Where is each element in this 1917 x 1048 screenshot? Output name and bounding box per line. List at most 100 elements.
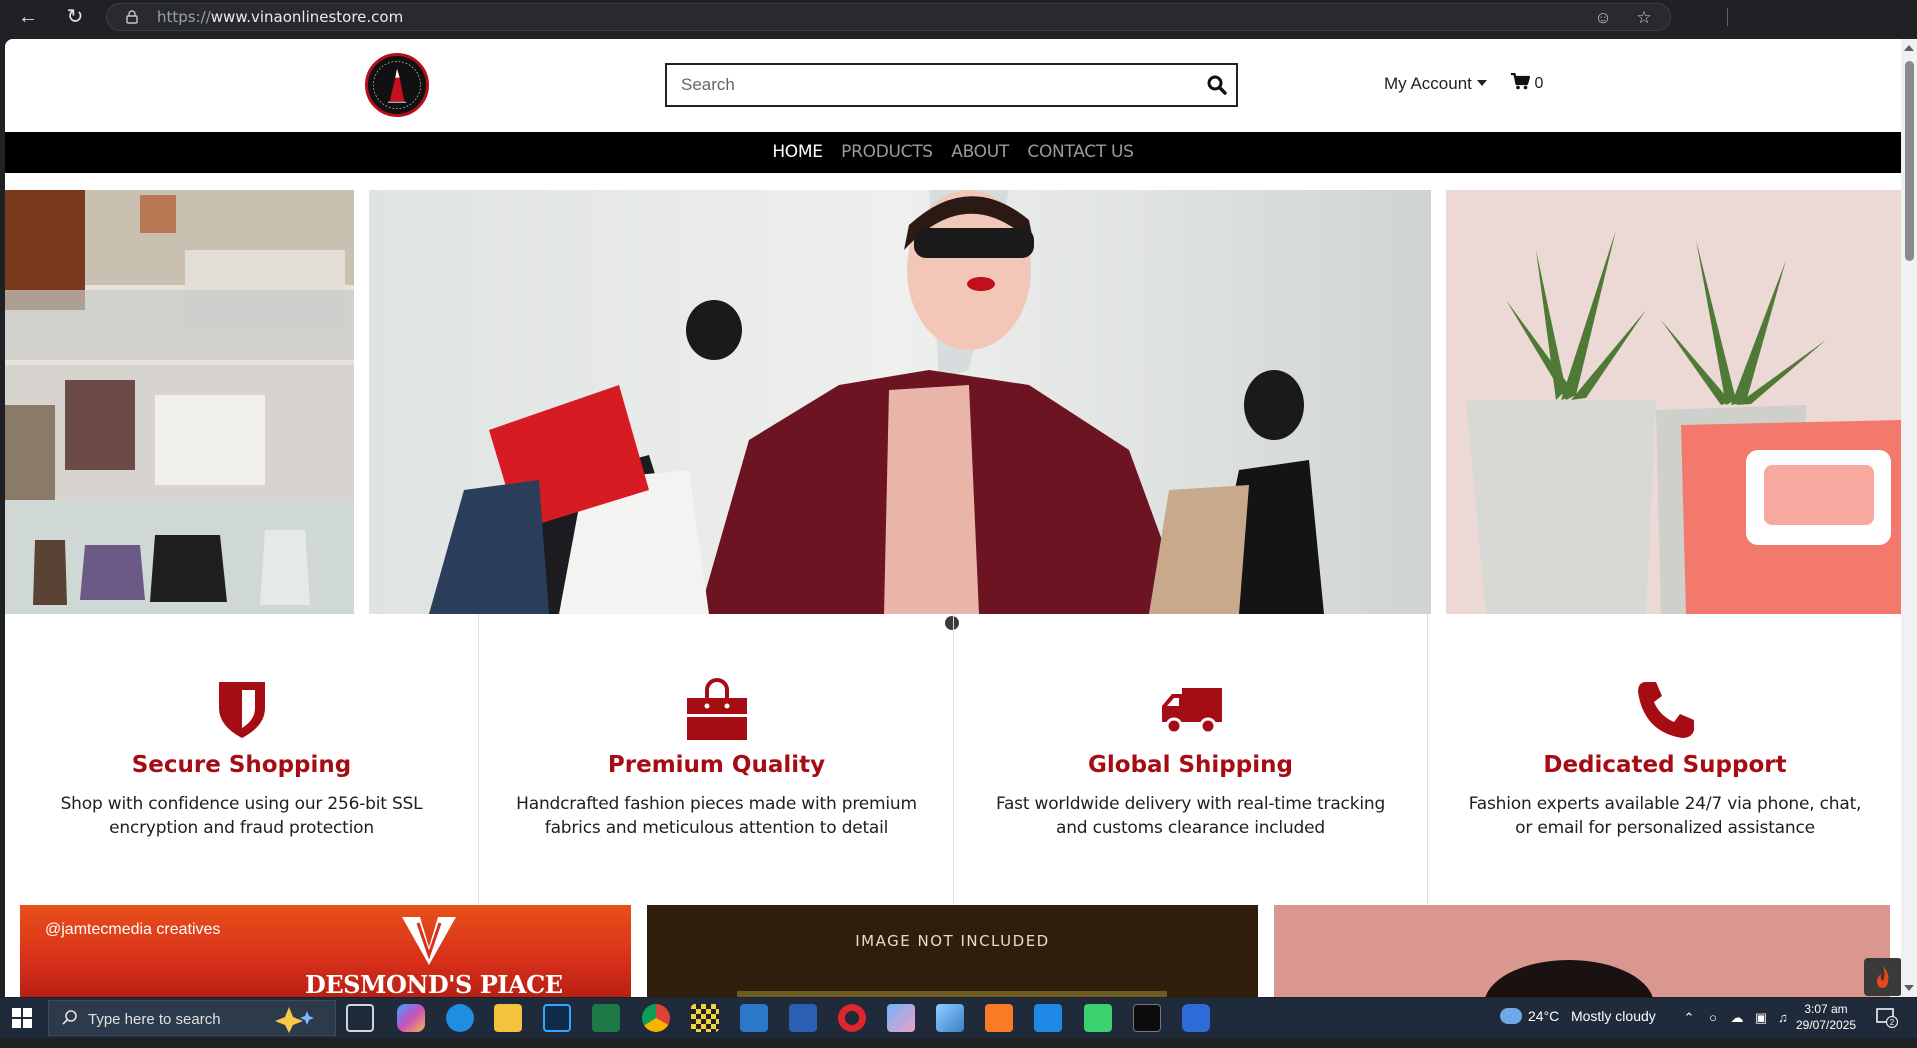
- search-input[interactable]: [681, 73, 1181, 97]
- fire-widget-button[interactable]: [1864, 958, 1901, 996]
- system-clock[interactable]: 3:07 am 29/07/2025: [1796, 1001, 1856, 1033]
- address-bar[interactable]: https://www.vinaonlinestore.com ☺ ☆: [106, 3, 1671, 31]
- feature-secure-shopping: Secure Shopping Shop with confidence usi…: [5, 614, 479, 904]
- hero-carousel[interactable]: [5, 190, 1901, 614]
- site-header: My Account 0: [5, 39, 1901, 132]
- volume-icon[interactable]: ♫: [1775, 1010, 1791, 1026]
- promo-card-portrait[interactable]: [1274, 905, 1890, 997]
- store-interior-image: [5, 190, 354, 614]
- promo-card-desmonds[interactable]: @jamtecmedia creatives DESMOND'S PIACE: [20, 905, 631, 997]
- feature-title: Secure Shopping: [131, 752, 352, 778]
- weather-temperature: 24°C: [1528, 1008, 1560, 1024]
- taskbar-search-icon: [62, 1010, 77, 1025]
- feature-description: Fashion experts available 24/7 via phone…: [1468, 794, 1862, 838]
- visual-studio-icon[interactable]: [740, 1004, 768, 1032]
- checker-app-icon[interactable]: [691, 1004, 719, 1032]
- truck-icon: [1161, 688, 1222, 735]
- notes-app-icon[interactable]: [936, 1004, 964, 1032]
- url-text[interactable]: https://www.vinaonlinestore.com: [157, 8, 403, 26]
- vscode-icon[interactable]: [1034, 1004, 1062, 1032]
- features-section: Secure Shopping Shop with confidence usi…: [5, 614, 1901, 904]
- portrait-hair-shape: [1484, 960, 1654, 997]
- onedrive-icon[interactable]: ☁: [1729, 1010, 1745, 1026]
- promo-brand-name: DESMOND'S PIACE: [305, 970, 563, 997]
- network-icon[interactable]: ▣: [1753, 1010, 1769, 1026]
- notification-count: 2: [1890, 1018, 1895, 1027]
- scroll-up-arrow-icon[interactable]: [1904, 45, 1914, 51]
- nav-contact-us[interactable]: CONTACT US: [1027, 132, 1134, 173]
- scrollbar-thumb[interactable]: [1905, 61, 1914, 261]
- clock-date: 29/07/2025: [1796, 1018, 1857, 1032]
- weather-widget[interactable]: 24°C Mostly cloudy: [1500, 1008, 1656, 1048]
- terminal-icon[interactable]: [1133, 1004, 1161, 1032]
- page-viewport: My Account 0 HOME PRODUCTS ABOUT CONTACT…: [5, 39, 1901, 997]
- file-explorer-icon[interactable]: [494, 1004, 522, 1032]
- dress-logo-icon: [368, 56, 426, 114]
- xampp-icon[interactable]: [985, 1004, 1013, 1032]
- search-form: [665, 63, 1238, 107]
- paint-app-icon[interactable]: [887, 1004, 915, 1032]
- cart-count: 0: [1534, 75, 1544, 92]
- taskbar-search-box[interactable]: Type here to search: [48, 1000, 336, 1036]
- flame-icon: [1876, 966, 1889, 988]
- nav-about[interactable]: ABOUT: [951, 132, 1009, 173]
- fashion-shopper-image: [369, 190, 1431, 614]
- chrome-browser-icon[interactable]: [642, 1004, 670, 1032]
- copilot-app-icon[interactable]: [397, 1004, 425, 1032]
- meet-now-icon[interactable]: ○: [1705, 1010, 1721, 1026]
- feature-title: Premium Quality: [607, 752, 826, 778]
- windows-start-icon[interactable]: [12, 1008, 32, 1028]
- reload-icon[interactable]: ↻: [63, 5, 87, 29]
- copilot-sparkle-icon: [275, 1007, 314, 1033]
- feature-title: Global Shipping: [1088, 752, 1293, 778]
- clock-time: 3:07 am: [1804, 1002, 1848, 1016]
- edge-browser-icon[interactable]: [446, 1004, 474, 1032]
- windows-taskbar: Type here to search 24°C Mostly cloudy ⌃…: [0, 998, 1917, 1038]
- feature-dedicated-support: Dedicated Support Fashion experts availa…: [1428, 614, 1901, 904]
- promo-card-placeholder[interactable]: IMAGE NOT INCLUDED: [647, 905, 1258, 997]
- slide-facial-wipes[interactable]: [1446, 190, 1901, 614]
- cart-button[interactable]: 0: [1511, 72, 1544, 93]
- bookmark-star-icon[interactable]: ☆: [1634, 8, 1654, 28]
- scroll-down-arrow-icon[interactable]: [1904, 985, 1914, 991]
- green-app-icon[interactable]: [1084, 1004, 1112, 1032]
- my-account-dropdown[interactable]: My Account: [1384, 74, 1487, 94]
- slide-store-interior[interactable]: [5, 190, 354, 614]
- feature-description: Shop with confidence using our 256-bit S…: [60, 794, 423, 838]
- feature-title: Dedicated Support: [1543, 752, 1787, 778]
- media-player-icon[interactable]: [1182, 1004, 1210, 1032]
- cart-icon: [1511, 72, 1531, 90]
- store-logo[interactable]: [365, 53, 429, 117]
- task-view-icon[interactable]: [346, 1004, 374, 1032]
- feature-description: Handcrafted fashion pieces made with pre…: [516, 794, 917, 838]
- search-icon[interactable]: [1206, 74, 1228, 96]
- caret-down-icon: [1476, 80, 1487, 86]
- notification-center-icon[interactable]: 2: [1876, 1008, 1898, 1028]
- promo-handle: @jamtecmedia creatives: [45, 921, 221, 938]
- photoshop-icon[interactable]: [543, 1004, 571, 1032]
- phone-icon: [1638, 682, 1694, 738]
- show-hidden-icons-icon[interactable]: ⌃: [1681, 1010, 1697, 1026]
- browser-toolbar: ← ↻ https://www.vinaonlinestore.com ☺ ☆: [0, 0, 1917, 34]
- taskbar-search-placeholder: Type here to search: [88, 1011, 221, 1028]
- main-nav: HOME PRODUCTS ABOUT CONTACT US: [5, 132, 1901, 173]
- nav-home[interactable]: HOME: [772, 132, 823, 173]
- nav-products[interactable]: PRODUCTS: [841, 132, 933, 173]
- v-brand-logo-icon: [402, 917, 456, 965]
- shopping-bag-icon: [686, 678, 747, 740]
- page-scrollbar[interactable]: [1901, 39, 1917, 997]
- my-account-label: My Account: [1384, 74, 1472, 93]
- facial-wipes-image: [1446, 190, 1901, 614]
- opera-browser-icon[interactable]: [838, 1004, 866, 1032]
- image-not-included-label: IMAGE NOT INCLUDED: [855, 932, 1050, 950]
- toolbar-divider: [1727, 8, 1728, 26]
- back-arrow-icon[interactable]: ←: [16, 5, 40, 29]
- word-icon[interactable]: [789, 1004, 817, 1032]
- shield-icon: [218, 682, 265, 738]
- slide-fashion-shopper[interactable]: [369, 190, 1431, 614]
- weather-cloud-icon: [1500, 1008, 1522, 1024]
- excel-icon[interactable]: [592, 1004, 620, 1032]
- weather-description: Mostly cloudy: [1570, 1008, 1656, 1024]
- site-options-icon[interactable]: ☺: [1593, 8, 1613, 28]
- site-info-icon[interactable]: [125, 10, 139, 24]
